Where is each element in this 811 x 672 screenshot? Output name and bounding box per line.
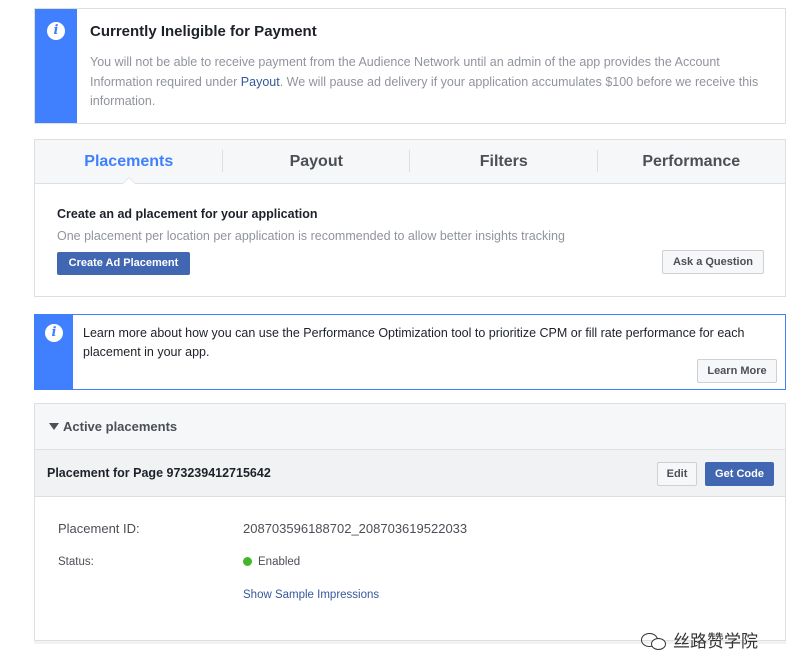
edit-button[interactable]: Edit bbox=[657, 462, 697, 486]
triangle-down-icon bbox=[49, 423, 59, 430]
tab-payout[interactable]: Payout bbox=[223, 140, 410, 183]
placement-id-value: 208703596188702_208703619522033 bbox=[243, 521, 468, 536]
wechat-icon bbox=[641, 630, 667, 652]
active-tab-caret bbox=[121, 177, 136, 184]
placement-id-label: Placement ID: bbox=[58, 521, 140, 536]
watermark: 丝路赞学院 bbox=[641, 627, 758, 652]
optimization-banner: i Learn more about how you can use the P… bbox=[34, 314, 786, 390]
tab-label: Payout bbox=[289, 153, 343, 170]
tab-label: Performance bbox=[642, 153, 741, 170]
status-label: Status: bbox=[58, 556, 94, 568]
info-icon: i bbox=[45, 324, 63, 342]
tab-bar: Placements Payout Filters Performance bbox=[35, 140, 785, 184]
info-icon: i bbox=[47, 22, 65, 40]
ask-question-button[interactable]: Ask a Question bbox=[662, 250, 764, 274]
banner-accent-strip: i bbox=[35, 315, 73, 389]
active-placements-toggle[interactable]: Active placements bbox=[35, 404, 785, 449]
learn-more-button[interactable]: Learn More bbox=[697, 359, 777, 383]
banner-body: You will not be able to receive payment … bbox=[90, 53, 780, 112]
placements-subtext: One placement per location per applicati… bbox=[57, 229, 565, 243]
status-text: Enabled bbox=[258, 556, 301, 568]
show-sample-impressions-link[interactable]: Show Sample Impressions bbox=[243, 589, 379, 601]
create-ad-placement-button[interactable]: Create Ad Placement bbox=[57, 252, 190, 275]
placements-heading: Create an ad placement for your applicat… bbox=[57, 207, 318, 221]
placements-card: Placements Payout Filters Performance Cr… bbox=[34, 139, 786, 297]
tab-performance[interactable]: Performance bbox=[598, 140, 786, 183]
optimization-text: Learn more about how you can use the Per… bbox=[83, 326, 745, 359]
tab-filters[interactable]: Filters bbox=[410, 140, 598, 183]
tab-label: Placements bbox=[84, 153, 174, 170]
status-value: Enabled bbox=[243, 556, 300, 568]
banner-accent-strip: i bbox=[35, 9, 77, 123]
placement-name: Placement for Page 973239412715642 bbox=[47, 466, 271, 480]
ineligible-payment-banner: i Currently Ineligible for Payment You w… bbox=[34, 8, 786, 124]
placement-row: Placement for Page 973239412715642 Edit … bbox=[35, 449, 785, 497]
tab-label: Filters bbox=[479, 153, 528, 170]
tab-placements[interactable]: Placements bbox=[35, 140, 223, 184]
active-placements-header: Active placements bbox=[63, 419, 178, 434]
watermark-text: 丝路赞学院 bbox=[673, 632, 758, 652]
active-placements-card: Active placements Placement for Page 973… bbox=[34, 403, 786, 641]
status-dot-icon bbox=[243, 557, 252, 566]
get-code-button[interactable]: Get Code bbox=[705, 462, 774, 486]
payout-link[interactable]: Payout bbox=[241, 75, 280, 89]
banner-title: Currently Ineligible for Payment bbox=[90, 23, 317, 40]
